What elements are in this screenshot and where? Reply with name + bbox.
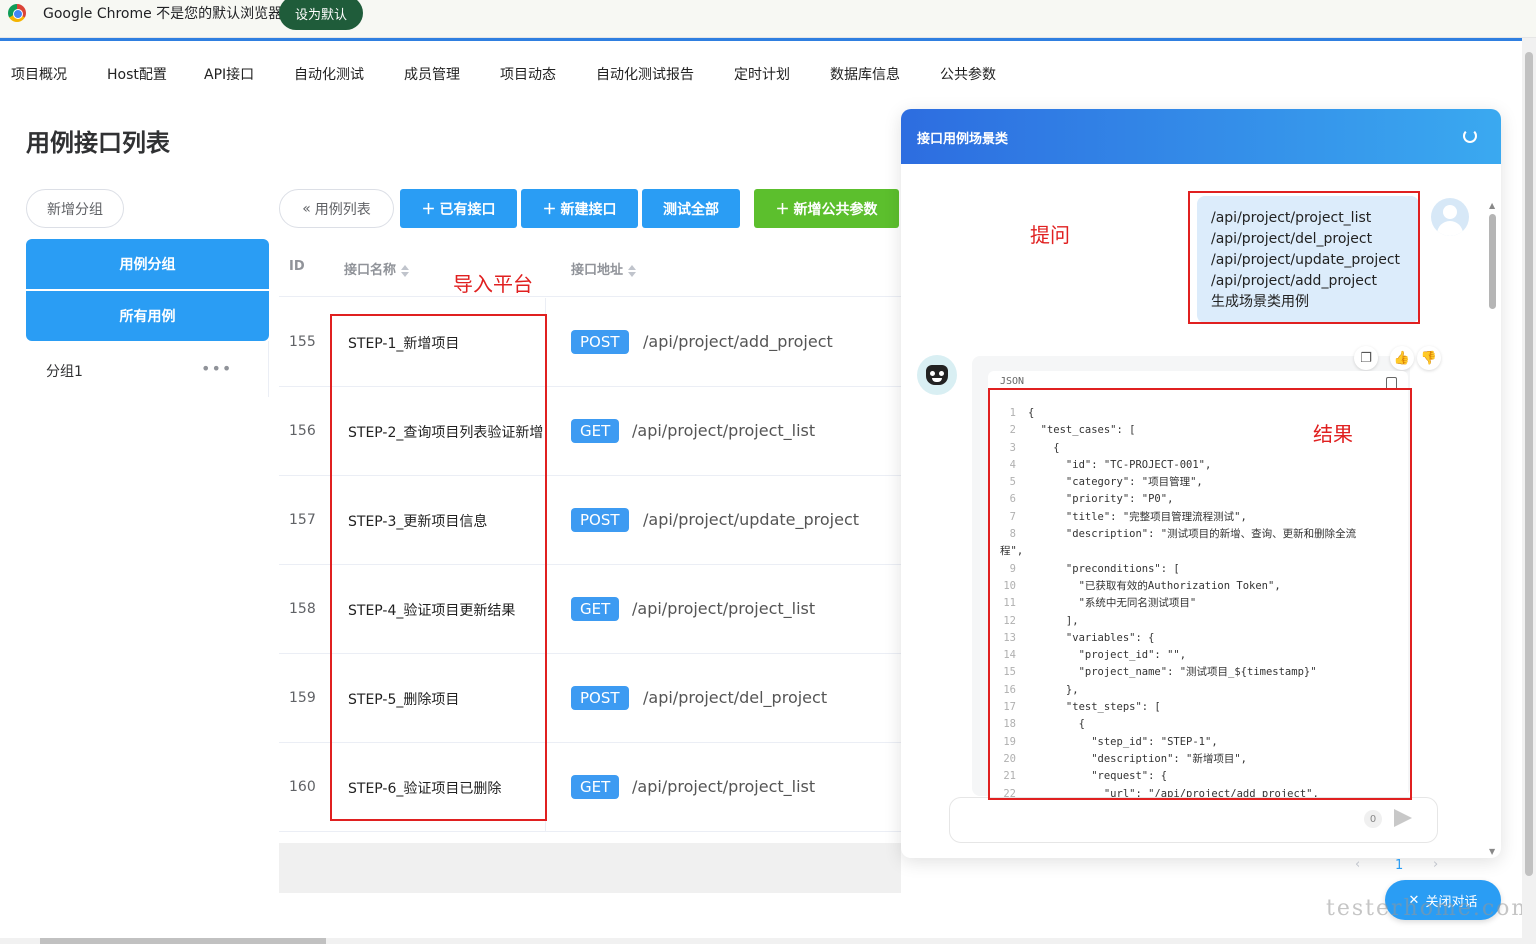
existing-api-label: 已有接口: [439, 201, 496, 218]
scroll-down-icon[interactable]: ▼: [1489, 847, 1495, 856]
project-nav: 项目概况 Host配置 API接口 自动化测试 成员管理 项目动态 自动化测试报…: [0, 52, 1100, 92]
add-public-param-label: 新增公共参数: [793, 201, 878, 218]
page-scrollbar[interactable]: [1525, 52, 1533, 876]
sort-icon[interactable]: [401, 264, 410, 277]
header-accent-line: [0, 38, 1522, 41]
row-id: 156: [289, 423, 316, 439]
refresh-icon[interactable]: [1463, 129, 1477, 143]
nav-item-database[interactable]: 数据库信息: [830, 64, 900, 84]
method-badge: GET: [571, 597, 620, 621]
case-group-header[interactable]: 用例分组: [26, 239, 269, 289]
row-id: 155: [289, 334, 316, 350]
scroll-up-icon[interactable]: ▲: [1489, 201, 1495, 210]
row-id: 157: [289, 512, 316, 528]
plus-icon: ＋: [542, 201, 557, 218]
pagination: ‹ 1 ›: [1347, 856, 1447, 878]
chat-scrollbar[interactable]: [1489, 214, 1496, 309]
case-list-button[interactable]: « 用例列表: [279, 189, 394, 228]
send-icon[interactable]: [1394, 809, 1412, 827]
row-url: /api/project/project_list: [632, 777, 816, 796]
chat-input[interactable]: 0: [949, 797, 1438, 843]
row-url: /api/project/project_list: [632, 421, 816, 440]
current-page[interactable]: 1: [1395, 858, 1403, 873]
nav-item-autotest[interactable]: 自动化测试: [294, 64, 364, 84]
row-id: 160: [289, 779, 316, 795]
new-api-button[interactable]: ＋ 新建接口: [521, 189, 638, 228]
sort-icon[interactable]: [628, 264, 637, 277]
copy-message-icon[interactable]: ❐: [1354, 346, 1378, 370]
nav-item-schedule[interactable]: 定时计划: [734, 64, 790, 84]
code-language-label: JSON: [1000, 376, 1025, 387]
nav-item-public-params[interactable]: 公共参数: [940, 64, 996, 84]
nav-item-overview[interactable]: 项目概况: [11, 64, 67, 84]
method-badge: POST: [571, 330, 629, 354]
row-id: 158: [289, 601, 316, 617]
next-page-icon[interactable]: ›: [1433, 857, 1438, 872]
char-count: 0: [1364, 810, 1382, 828]
test-all-button[interactable]: 测试全部: [642, 189, 740, 228]
row-url: /api/project/del_project: [643, 688, 828, 707]
column-header-address-label: 接口地址: [571, 263, 624, 278]
prev-page-icon[interactable]: ‹: [1355, 857, 1360, 872]
nav-item-host[interactable]: Host配置: [107, 64, 167, 84]
chat-title: 接口用例场景类: [917, 132, 1009, 147]
more-icon[interactable]: •••: [201, 359, 232, 378]
nav-item-api[interactable]: API接口: [204, 64, 254, 84]
watermark: testerhome.com: [1326, 896, 1535, 921]
user-avatar: [1431, 198, 1469, 236]
nav-item-activity[interactable]: 项目动态: [500, 64, 556, 84]
column-header-name[interactable]: 接口名称: [344, 259, 410, 278]
sidebar-item-group1[interactable]: 分组1: [46, 361, 83, 381]
annotation-question: 提问: [1030, 223, 1070, 247]
sidebar-divider: [268, 341, 269, 397]
method-badge: GET: [571, 775, 620, 799]
thumbs-up-icon[interactable]: 👍: [1390, 346, 1414, 370]
annotation-box-result: [988, 388, 1412, 800]
nav-item-test-report[interactable]: 自动化测试报告: [596, 64, 694, 84]
horizontal-scrollbar-thumb[interactable]: [40, 938, 326, 944]
all-cases-item[interactable]: 所有用例: [26, 291, 269, 341]
plus-icon: ＋: [775, 201, 790, 218]
bot-avatar: [917, 355, 957, 395]
method-badge: GET: [571, 419, 620, 443]
method-badge: POST: [571, 686, 629, 710]
case-list-label: 用例列表: [314, 201, 371, 218]
table-footer: [279, 843, 901, 893]
annotation-result: 结果: [1313, 422, 1353, 446]
existing-api-button[interactable]: ＋ 已有接口: [400, 189, 517, 228]
row-url: /api/project/add_project: [643, 332, 833, 351]
column-header-name-label: 接口名称: [344, 263, 397, 278]
annotation-box-question: [1188, 191, 1420, 324]
column-header-id: ID: [289, 259, 305, 274]
chat-header: 接口用例场景类: [901, 109, 1501, 164]
method-badge: POST: [571, 508, 629, 532]
annotation-import-platform: 导入平台: [453, 272, 533, 296]
row-id: 159: [289, 690, 316, 706]
chrome-logo-icon: [8, 4, 26, 22]
row-url: /api/project/update_project: [643, 510, 860, 529]
add-public-param-button[interactable]: ＋ 新增公共参数: [754, 189, 899, 228]
infobar-message: Google Chrome 不是您的默认浏览器: [43, 6, 283, 22]
double-chevron-left-icon: «: [302, 200, 311, 217]
annotation-box-import: [330, 314, 547, 821]
add-group-button[interactable]: 新增分组: [26, 189, 124, 228]
bot-face-icon: [926, 365, 948, 385]
horizontal-scrollbar[interactable]: [0, 938, 1522, 944]
plus-icon: ＋: [421, 201, 436, 218]
nav-item-members[interactable]: 成员管理: [404, 64, 460, 84]
thumbs-down-icon[interactable]: 👎: [1417, 346, 1441, 370]
column-header-address[interactable]: 接口地址: [571, 259, 637, 278]
row-url: /api/project/project_list: [632, 599, 816, 618]
new-api-label: 新建接口: [560, 201, 617, 218]
set-default-button[interactable]: 设为默认: [279, 0, 363, 30]
page-title: 用例接口列表: [26, 129, 170, 157]
default-browser-infobar: Google Chrome 不是您的默认浏览器 设为默认: [0, 0, 1536, 38]
table-header: ID 接口名称 接口地址: [279, 239, 901, 297]
